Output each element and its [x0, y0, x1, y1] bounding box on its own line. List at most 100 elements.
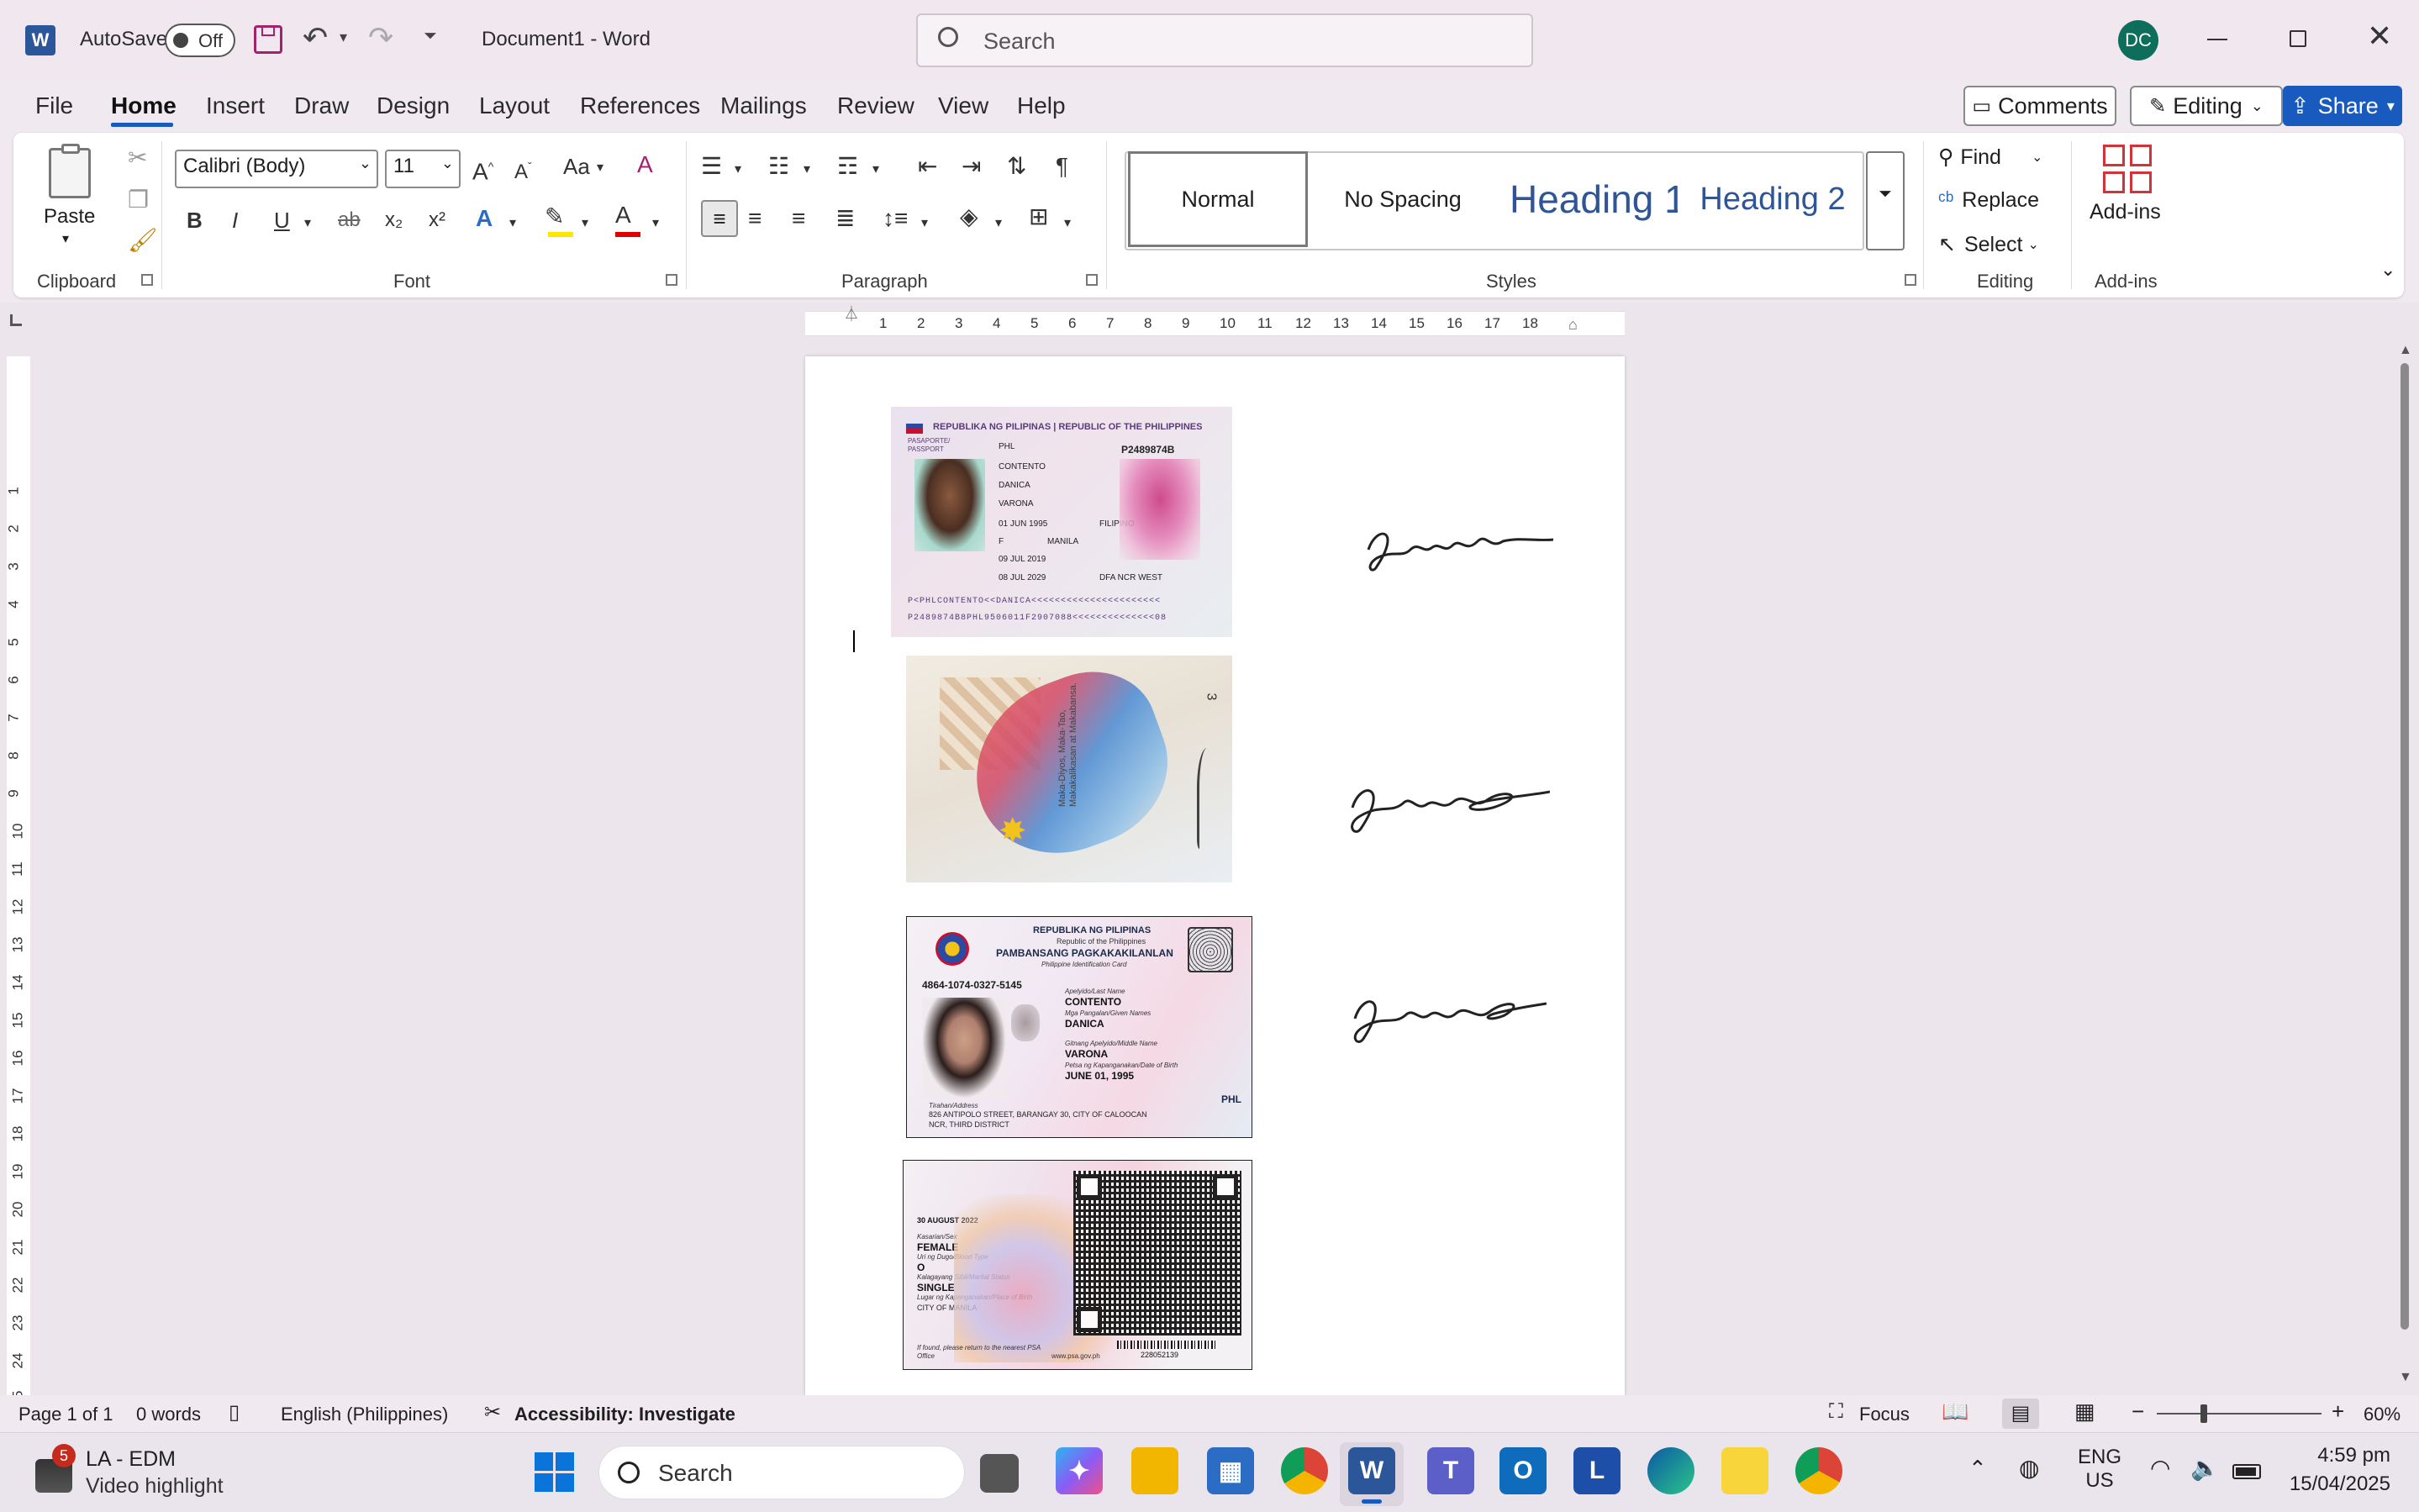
tab-draw[interactable]: Draw: [294, 92, 349, 119]
paste-icon[interactable]: [49, 144, 91, 198]
zoom-slider[interactable]: [2157, 1404, 2322, 1423]
editing-mode-button[interactable]: ✎ Editing ⌄: [2130, 86, 2283, 126]
add-ins-icon[interactable]: [2103, 145, 2153, 195]
font-family-select[interactable]: Calibri (Body) ⌄: [175, 150, 378, 188]
align-left-button[interactable]: ≡: [701, 200, 738, 237]
bullets-dropdown-icon[interactable]: ▾: [735, 155, 741, 185]
zoom-out-icon[interactable]: −: [2132, 1399, 2144, 1425]
font-color-dropdown-icon[interactable]: ▾: [652, 208, 659, 239]
format-painter-icon[interactable]: 🖌: [128, 225, 158, 256]
change-case-button[interactable]: Aa: [563, 151, 590, 182]
word-taskbar-icon[interactable]: W: [1348, 1447, 1395, 1494]
clear-formatting-icon[interactable]: A: [637, 150, 653, 180]
text-effects-icon[interactable]: A: [476, 203, 493, 234]
font-launcher-icon[interactable]: [666, 274, 677, 286]
restore-icon[interactable]: [2290, 30, 2306, 47]
language-indicator[interactable]: ENG US: [2078, 1446, 2121, 1493]
align-right-icon[interactable]: ≡: [792, 203, 805, 234]
web-layout-icon[interactable]: ▦: [2074, 1399, 2095, 1425]
scrollbar[interactable]: ▲ ▼: [2395, 343, 2416, 1388]
comments-button[interactable]: ▭ Comments: [1963, 86, 2116, 126]
paste-button[interactable]: Paste: [44, 205, 95, 229]
styles-more-button[interactable]: ⏷: [1866, 151, 1905, 250]
zoom-level[interactable]: 60%: [2364, 1404, 2401, 1425]
horizontal-ruler[interactable]: 1 2 3 4 5 6 7 8 9 10 11 12 13 14 15 16 17 18: [805, 311, 1625, 336]
multilevel-list-icon[interactable]: ☶: [837, 151, 858, 182]
collapse-ribbon-icon[interactable]: ⌄: [2380, 259, 2395, 281]
outlook-icon[interactable]: O: [1499, 1447, 1547, 1494]
underline-button[interactable]: U: [274, 205, 290, 235]
sort-icon[interactable]: ⇅: [1007, 151, 1026, 182]
text-effects-dropdown-icon[interactable]: ▾: [509, 208, 516, 239]
tab-review[interactable]: Review: [837, 92, 914, 119]
find-button[interactable]: ⚲ Find ⌄: [1938, 145, 2042, 170]
styles-launcher-icon[interactable]: [1905, 274, 1916, 286]
select-button[interactable]: ↖ Select ⌄: [1938, 232, 2039, 257]
replace-button[interactable]: ᶜᵇ Replace: [1938, 188, 2039, 213]
avatar[interactable]: DC: [2118, 20, 2158, 61]
tab-selector-icon[interactable]: [10, 314, 22, 326]
clipboard-launcher-icon[interactable]: [141, 274, 153, 286]
zoom-in-icon[interactable]: +: [2332, 1399, 2344, 1425]
borders-icon[interactable]: ⊞: [1029, 202, 1048, 232]
task-view-icon[interactable]: [980, 1454, 1019, 1493]
chrome-icon[interactable]: [1281, 1447, 1328, 1494]
subscript-button[interactable]: x₂: [385, 205, 403, 235]
search-box[interactable]: Search: [916, 13, 1533, 67]
show-formatting-icon[interactable]: ¶: [1056, 151, 1068, 182]
accessibility-status[interactable]: Accessibility: Investigate: [514, 1404, 735, 1425]
copilot-icon[interactable]: ✦: [1056, 1447, 1103, 1494]
style-normal[interactable]: Normal: [1128, 151, 1308, 247]
font-color-icon[interactable]: A: [615, 200, 631, 230]
vertical-ruler[interactable]: 1234567891011121314151617181920212223242…: [6, 356, 30, 1406]
paragraph-launcher-icon[interactable]: [1086, 274, 1098, 286]
cut-icon[interactable]: ✂: [128, 143, 147, 173]
increase-indent-icon[interactable]: ⇥: [962, 151, 981, 182]
minimize-icon[interactable]: [2207, 39, 2227, 40]
clock[interactable]: 4:59 pm 15/04/2025: [2281, 1444, 2390, 1496]
shading-dropdown-icon[interactable]: ▾: [995, 208, 1002, 239]
italic-button[interactable]: I: [232, 205, 238, 235]
align-center-icon[interactable]: ≡: [748, 203, 762, 234]
shrink-font-icon[interactable]: Aˇ: [514, 151, 532, 187]
start-button[interactable]: [535, 1452, 575, 1493]
document-page[interactable]: REPUBLIKA NG PILIPINAS | REPUBLIC OF THE…: [805, 356, 1625, 1395]
underline-dropdown-icon[interactable]: ▾: [304, 208, 311, 239]
file-explorer-icon[interactable]: [1131, 1447, 1178, 1494]
store-icon[interactable]: ▦: [1207, 1447, 1254, 1494]
indent-marker-icon[interactable]: ⏃: [844, 303, 859, 324]
tab-file[interactable]: File: [35, 92, 73, 119]
line-spacing-icon[interactable]: ↕≡: [883, 203, 908, 234]
taskbar-search[interactable]: Search: [598, 1446, 965, 1499]
share-button[interactable]: ⇪ Share ▾: [2283, 86, 2402, 126]
numbering-dropdown-icon[interactable]: ▾: [804, 155, 810, 185]
page-count[interactable]: Page 1 of 1: [18, 1404, 113, 1425]
teams-icon[interactable]: T: [1427, 1447, 1474, 1494]
autosave-toggle[interactable]: Off: [165, 24, 235, 57]
show-hidden-icons[interactable]: ⌃: [1968, 1456, 1987, 1482]
copy-icon[interactable]: ❐: [128, 185, 149, 215]
add-ins-button[interactable]: Add-ins: [2090, 200, 2161, 224]
redo-icon[interactable]: ↷: [368, 20, 393, 55]
style-no-spacing[interactable]: No Spacing: [1313, 151, 1493, 247]
scroll-up-icon[interactable]: ▲: [2399, 343, 2412, 358]
network-alert-icon[interactable]: ◍: [2019, 1454, 2039, 1482]
wifi-icon[interactable]: ◠: [2150, 1454, 2170, 1482]
battery-icon[interactable]: [2232, 1464, 2261, 1479]
chrome-profile-icon[interactable]: [1795, 1447, 1842, 1494]
line-spacing-dropdown-icon[interactable]: ▾: [921, 208, 928, 239]
tab-references[interactable]: References: [580, 92, 700, 119]
save-icon[interactable]: [254, 25, 282, 54]
close-icon[interactable]: ✕: [2367, 18, 2392, 54]
paste-dropdown-icon[interactable]: ▾: [62, 230, 69, 247]
zoom-thumb[interactable]: [2200, 1404, 2207, 1423]
highlight-icon[interactable]: ✎: [545, 202, 564, 232]
language-status[interactable]: English (Philippines): [281, 1404, 448, 1425]
sticky-notes-icon[interactable]: [1721, 1447, 1768, 1494]
bold-button[interactable]: B: [187, 205, 203, 235]
notification-widget[interactable]: 5 LA - EDM Video highlight: [25, 1444, 244, 1503]
font-size-select[interactable]: 11 ⌄: [385, 150, 461, 188]
tab-view[interactable]: View: [938, 92, 988, 119]
style-heading-1[interactable]: Heading 1: [1498, 151, 1678, 247]
tab-home[interactable]: Home: [111, 92, 177, 119]
